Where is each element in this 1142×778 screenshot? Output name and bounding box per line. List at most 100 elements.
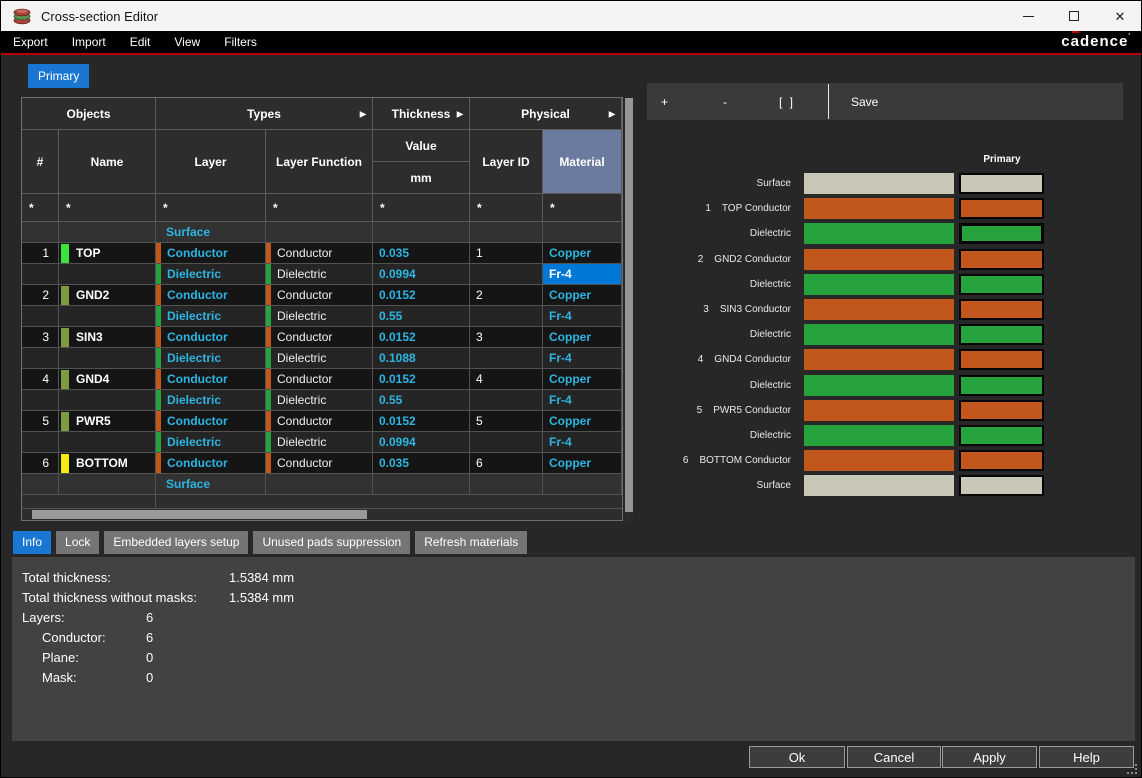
stack-bar-primary[interactable] <box>959 198 1044 219</box>
filter-cell[interactable]: * <box>373 194 470 222</box>
stack-bar-main[interactable] <box>804 249 954 270</box>
tab-primary[interactable]: Primary <box>28 64 89 88</box>
cell-material[interactable]: Copper <box>543 243 622 264</box>
cell-layer-id[interactable]: 6 <box>470 453 543 474</box>
cell-layer-function[interactable]: Dielectric <box>266 432 373 453</box>
cell-thickness-value[interactable]: 0.0152 <box>373 411 470 432</box>
col-header-layer[interactable]: Layer <box>156 130 266 194</box>
cell-layer-function[interactable]: Conductor <box>266 411 373 432</box>
cell-layer-function[interactable]: Conductor <box>266 327 373 348</box>
cell-layer[interactable]: Dielectric <box>156 306 266 327</box>
cell-layer[interactable]: Dielectric <box>156 390 266 411</box>
cell-thickness-value[interactable]: 0.035 <box>373 453 470 474</box>
cell-num[interactable]: 2 <box>22 285 59 306</box>
cell-thickness-value[interactable]: 0.0994 <box>373 432 470 453</box>
group-header-objects[interactable]: Objects <box>22 98 156 130</box>
cell-layer-id[interactable]: 1 <box>470 243 543 264</box>
cell-name[interactable] <box>59 348 156 369</box>
stack-bar-main[interactable] <box>804 400 954 421</box>
add-layer-button[interactable]: + <box>661 83 668 120</box>
menu-item-view[interactable]: View <box>170 35 204 49</box>
cell-name[interactable]: PWR5 <box>59 411 156 432</box>
minimize-button[interactable] <box>1005 1 1051 31</box>
cell-material[interactable]: Copper <box>543 369 622 390</box>
filter-cell[interactable]: * <box>470 194 543 222</box>
vertical-scrollbar[interactable] <box>625 98 633 522</box>
stack-bar-main[interactable] <box>804 274 954 295</box>
cell-material[interactable]: Copper <box>543 285 622 306</box>
stack-bar-primary[interactable] <box>959 400 1044 421</box>
cell-thickness-value[interactable]: 0.0994 <box>373 264 470 285</box>
cell-layer[interactable]: Conductor <box>156 243 266 264</box>
cell-num[interactable]: 6 <box>22 453 59 474</box>
vertical-scrollbar-thumb[interactable] <box>625 98 633 512</box>
cell-thickness-value[interactable]: 0.55 <box>373 390 470 411</box>
cell-layer[interactable]: Conductor <box>156 327 266 348</box>
stack-bar-primary[interactable] <box>959 299 1044 320</box>
filter-cell[interactable]: * <box>543 194 622 222</box>
cell-num[interactable] <box>22 474 59 495</box>
cell-num[interactable] <box>22 222 59 243</box>
apply-button[interactable]: Apply <box>942 746 1037 768</box>
cell-thickness-value[interactable]: 0.0152 <box>373 327 470 348</box>
cell-num[interactable] <box>22 432 59 453</box>
col-header-layer-id[interactable]: Layer ID <box>470 130 543 194</box>
cell-material[interactable]: Fr-4 <box>543 264 622 285</box>
cell-layer[interactable]: Surface <box>156 474 266 495</box>
ok-button[interactable]: Ok <box>749 746 845 768</box>
col-header-material[interactable]: Material <box>543 130 622 194</box>
tab-refresh-materials[interactable]: Refresh materials <box>415 531 527 554</box>
cell-num[interactable] <box>22 348 59 369</box>
cell-layer[interactable]: Conductor <box>156 369 266 390</box>
cell-material[interactable]: Fr-4 <box>543 348 622 369</box>
cell-layer[interactable]: Dielectric <box>156 432 266 453</box>
menu-item-filters[interactable]: Filters <box>220 35 261 49</box>
close-button[interactable]: ✕ <box>1097 1 1142 31</box>
cell-layer-id[interactable] <box>470 474 543 495</box>
cell-name[interactable] <box>59 474 156 495</box>
cell-layer-id[interactable] <box>470 390 543 411</box>
cell-num[interactable] <box>22 306 59 327</box>
cell-layer-function[interactable]: Dielectric <box>266 390 373 411</box>
tab-embedded-layers-setup[interactable]: Embedded layers setup <box>104 531 248 554</box>
col-header-num[interactable]: # <box>22 130 59 194</box>
cell-material[interactable] <box>543 222 622 243</box>
cell-layer-id[interactable] <box>470 264 543 285</box>
stack-bar-main[interactable] <box>804 349 954 370</box>
cell-layer[interactable]: Dielectric <box>156 348 266 369</box>
cell-name[interactable]: SIN3 <box>59 327 156 348</box>
filter-cell[interactable]: * <box>156 194 266 222</box>
expand-arrow-icon[interactable]: ▶ <box>457 109 463 118</box>
cell-thickness-value[interactable]: 0.035 <box>373 243 470 264</box>
cell-num[interactable]: 1 <box>22 243 59 264</box>
stack-bar-main[interactable] <box>804 425 954 446</box>
cell-layer-id[interactable]: 2 <box>470 285 543 306</box>
menu-item-export[interactable]: Export <box>9 35 52 49</box>
cell-material[interactable]: Copper <box>543 453 622 474</box>
col-header-name[interactable]: Name <box>59 130 156 194</box>
menu-item-import[interactable]: Import <box>68 35 110 49</box>
cell-name[interactable]: TOP <box>59 243 156 264</box>
stack-bar-primary[interactable] <box>959 375 1044 396</box>
cell-name[interactable]: GND2 <box>59 285 156 306</box>
filter-cell[interactable]: * <box>59 194 156 222</box>
cancel-button[interactable]: Cancel <box>847 746 941 768</box>
cell-layer-id[interactable] <box>470 306 543 327</box>
menu-item-edit[interactable]: Edit <box>126 35 155 49</box>
filter-cell[interactable]: * <box>22 194 59 222</box>
cell-layer[interactable]: Conductor <box>156 285 266 306</box>
tab-lock[interactable]: Lock <box>56 531 99 554</box>
cell-layer-function[interactable]: Dielectric <box>266 264 373 285</box>
cell-layer-function[interactable]: Dielectric <box>266 348 373 369</box>
cell-layer-id[interactable] <box>470 432 543 453</box>
cell-layer-function[interactable]: Conductor <box>266 369 373 390</box>
cell-name[interactable] <box>59 432 156 453</box>
help-button[interactable]: Help <box>1039 746 1134 768</box>
stack-bar-main[interactable] <box>804 450 954 471</box>
cell-layer-function[interactable]: Dielectric <box>266 306 373 327</box>
cell-material[interactable]: Fr-4 <box>543 432 622 453</box>
cell-num[interactable]: 3 <box>22 327 59 348</box>
cell-num[interactable]: 4 <box>22 369 59 390</box>
cell-name[interactable]: GND4 <box>59 369 156 390</box>
stack-bar-primary[interactable] <box>959 349 1044 370</box>
